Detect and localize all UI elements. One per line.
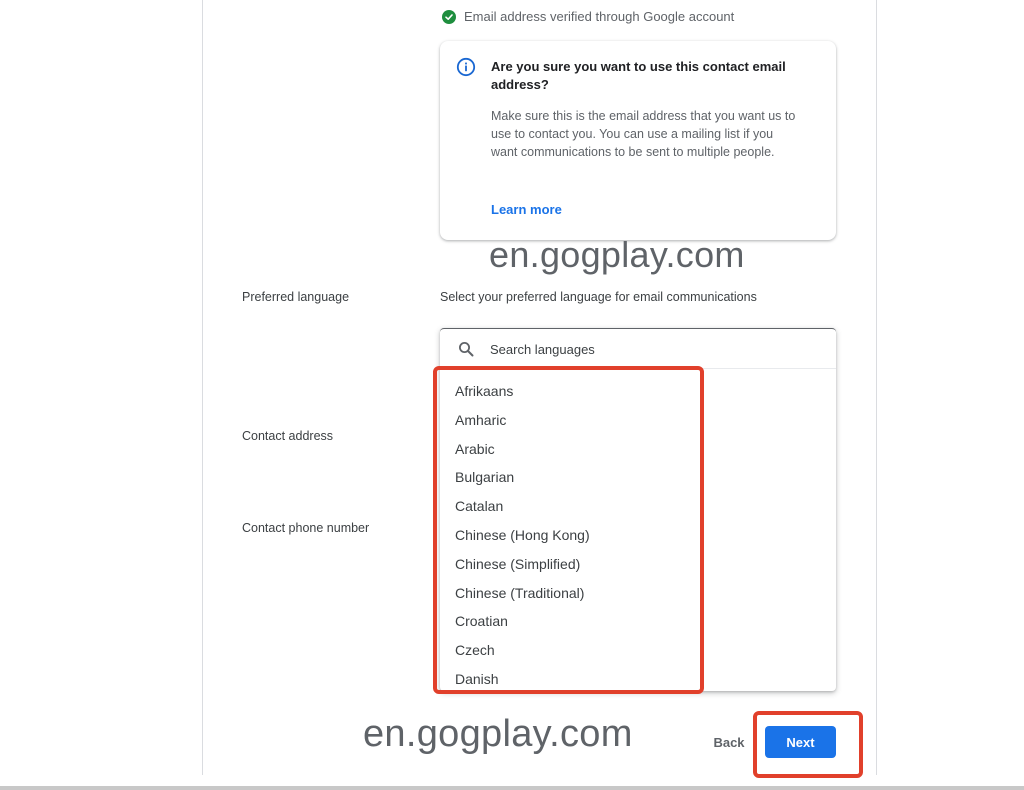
language-search-row <box>440 329 836 369</box>
search-icon <box>458 341 474 357</box>
language-search-input[interactable] <box>490 338 810 360</box>
page: Email address verified through Google ac… <box>0 0 1024 790</box>
info-card-body: Make sure this is the email address that… <box>491 109 796 159</box>
email-verified-text: Email address verified through Google ac… <box>464 9 735 24</box>
watermark-text: en.gogplay.com <box>489 234 745 275</box>
bottom-divider <box>0 786 1024 790</box>
email-verified-status: Email address verified through Google ac… <box>442 9 734 24</box>
preferred-language-label: Preferred language <box>242 290 350 304</box>
contact-email-info-card: Are you sure you want to use this contac… <box>440 41 836 240</box>
next-button-highlight-annotation <box>753 711 863 778</box>
language-list-highlight-annotation <box>433 366 704 694</box>
info-icon <box>456 57 476 77</box>
preferred-language-help: Select your preferred language for email… <box>440 290 757 304</box>
content-right-border <box>876 0 877 775</box>
content-left-border <box>202 0 203 775</box>
contact-address-label: Contact address <box>242 429 334 443</box>
learn-more-link[interactable]: Learn more <box>491 202 562 217</box>
check-circle-icon <box>442 9 456 24</box>
contact-phone-label: Contact phone number <box>242 521 370 535</box>
back-button[interactable]: Back <box>705 728 753 756</box>
info-card-title: Are you sure you want to use this contac… <box>491 59 786 92</box>
watermark-text: en.gogplay.com <box>363 713 633 755</box>
